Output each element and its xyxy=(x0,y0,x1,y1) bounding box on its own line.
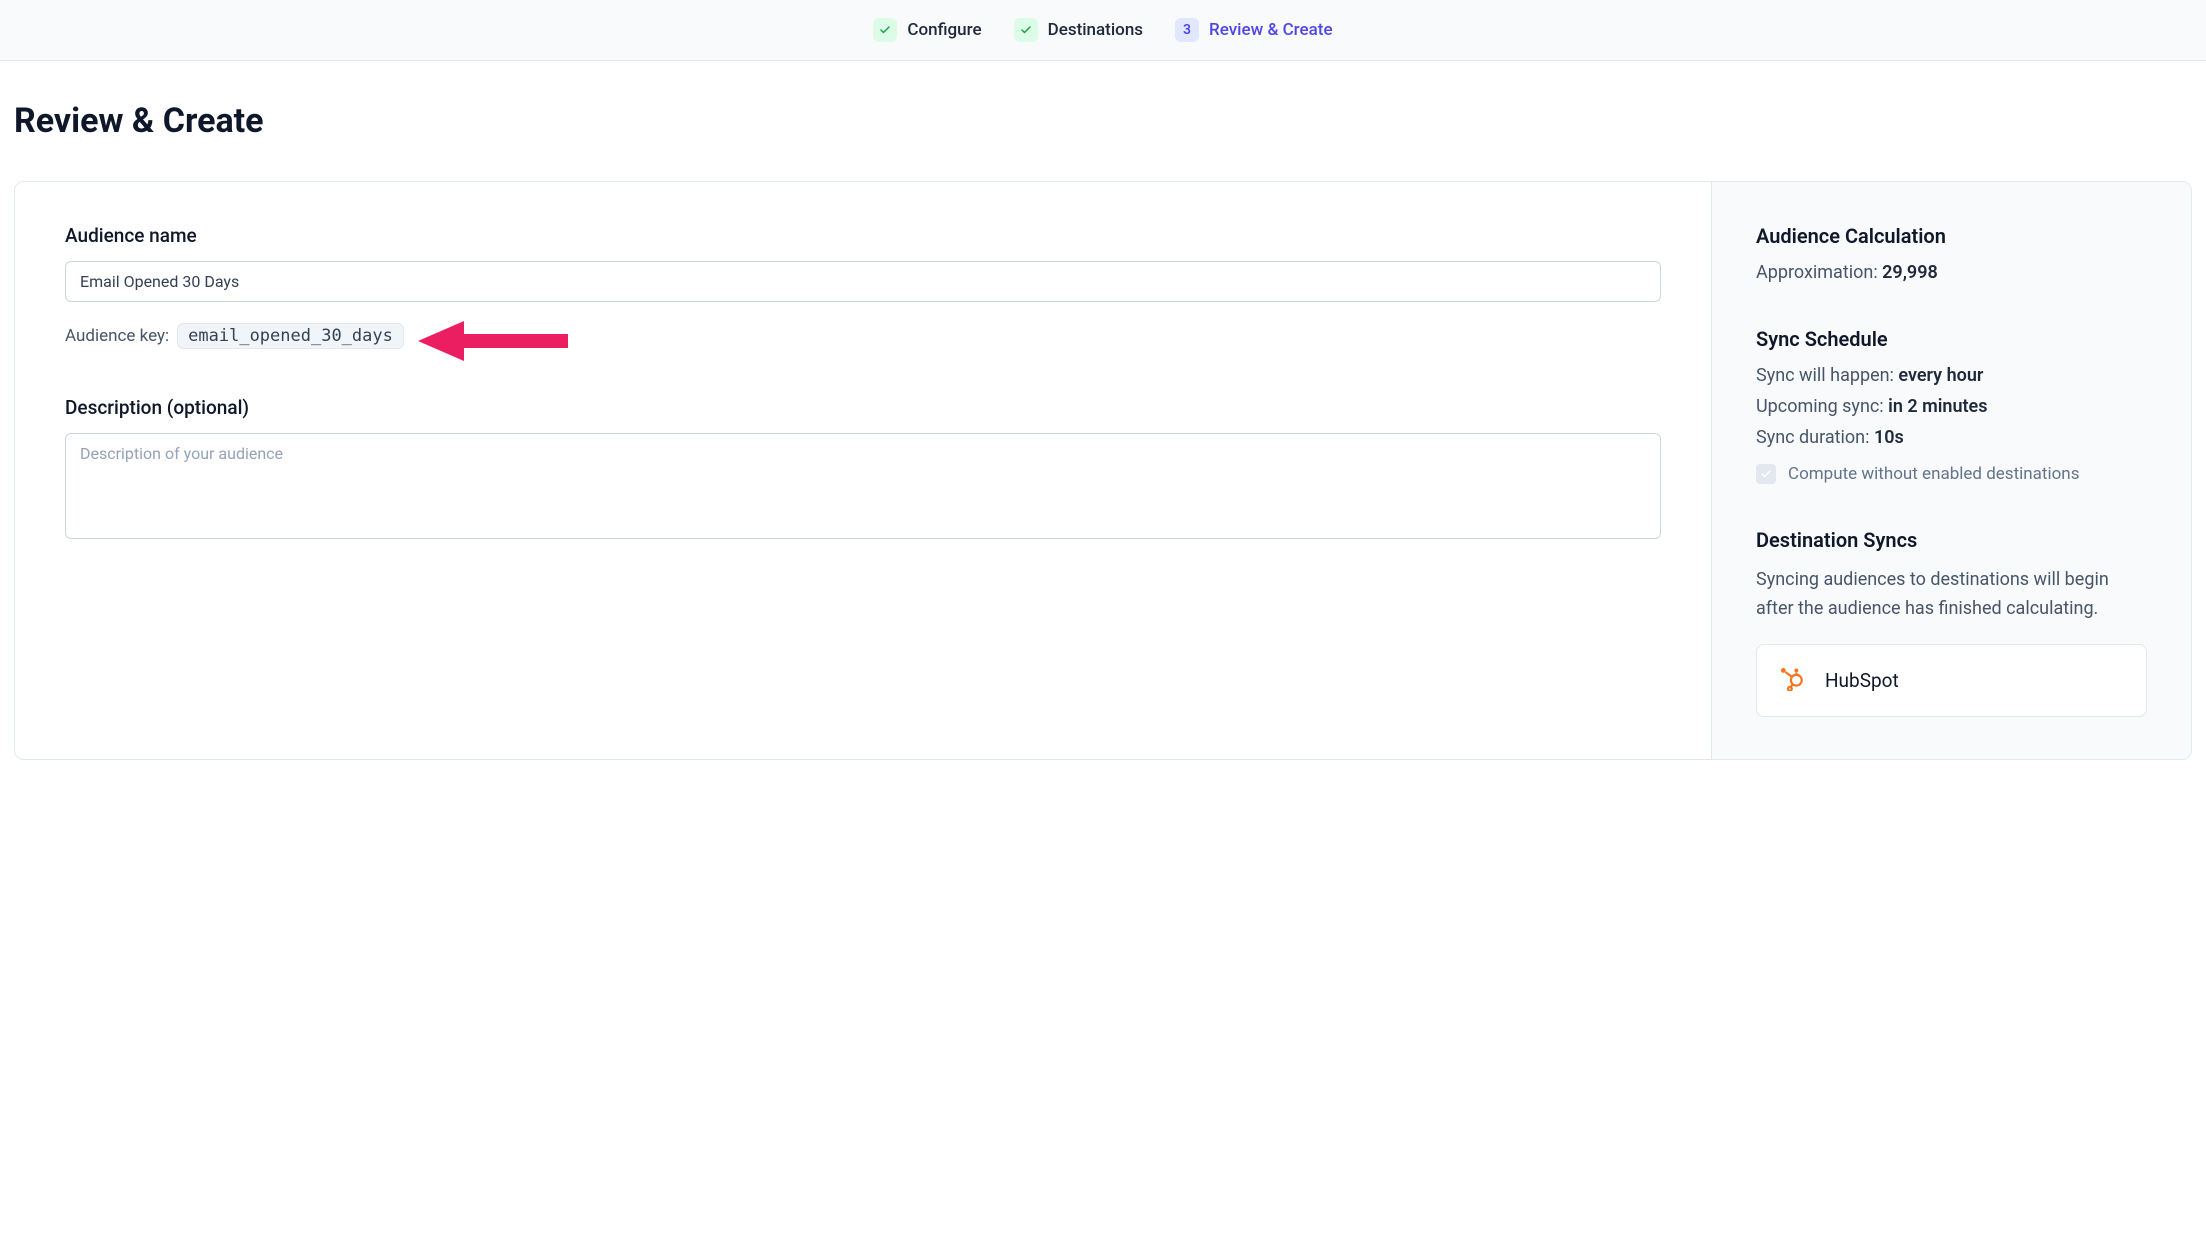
destination-card[interactable]: HubSpot xyxy=(1756,644,2147,717)
compute-label: Compute without enabled destinations xyxy=(1788,464,2079,484)
destination-syncs-section: Destination Syncs Syncing audiences to d… xyxy=(1756,528,2147,717)
description-label: Description (optional) xyxy=(65,396,1661,419)
step-review-create[interactable]: 3 Review & Create xyxy=(1175,18,1333,42)
audience-key-value: email_opened_30_days xyxy=(177,323,404,349)
sync-upcoming-line: Upcoming sync: in 2 minutes xyxy=(1756,396,2147,417)
audience-name-input[interactable] xyxy=(65,261,1661,302)
stepper-bar: Configure Destinations 3 Review & Create xyxy=(0,0,2206,61)
approximation-line: Approximation: 29,998 xyxy=(1756,262,2147,283)
annotation-arrow-icon xyxy=(418,316,558,356)
step-destinations[interactable]: Destinations xyxy=(1014,18,1143,42)
audience-key-label: Audience key: xyxy=(65,326,169,346)
check-icon xyxy=(873,18,897,42)
main-panel: Audience name Audience key: email_opened… xyxy=(14,181,2192,760)
sync-title: Sync Schedule xyxy=(1756,327,2147,351)
audience-key-row: Audience key: email_opened_30_days xyxy=(65,316,1661,356)
description-input[interactable] xyxy=(65,433,1661,539)
dest-desc: Syncing audiences to destinations will b… xyxy=(1756,566,2147,624)
destination-name: HubSpot xyxy=(1825,669,1899,692)
page-title: Review & Create xyxy=(0,61,2206,181)
compute-without-dest-row[interactable]: Compute without enabled destinations xyxy=(1756,464,2147,484)
form-panel: Audience name Audience key: email_opened… xyxy=(15,182,1711,759)
step-label: Configure xyxy=(907,20,981,40)
step-number-badge: 3 xyxy=(1175,18,1199,42)
calculation-title: Audience Calculation xyxy=(1756,224,2147,248)
sync-happen-line: Sync will happen: every hour xyxy=(1756,365,2147,386)
audience-name-label: Audience name xyxy=(65,224,1661,247)
summary-panel: Audience Calculation Approximation: 29,9… xyxy=(1711,182,2191,759)
dest-title: Destination Syncs xyxy=(1756,528,2147,552)
calculation-section: Audience Calculation Approximation: 29,9… xyxy=(1756,224,2147,283)
step-label: Review & Create xyxy=(1209,20,1333,40)
sync-duration-line: Sync duration: 10s xyxy=(1756,427,2147,448)
step-label: Destinations xyxy=(1048,20,1143,40)
check-icon xyxy=(1014,18,1038,42)
checkbox-icon[interactable] xyxy=(1756,464,1776,484)
hubspot-icon xyxy=(1779,665,1805,696)
sync-schedule-section: Sync Schedule Sync will happen: every ho… xyxy=(1756,327,2147,484)
step-configure[interactable]: Configure xyxy=(873,18,981,42)
